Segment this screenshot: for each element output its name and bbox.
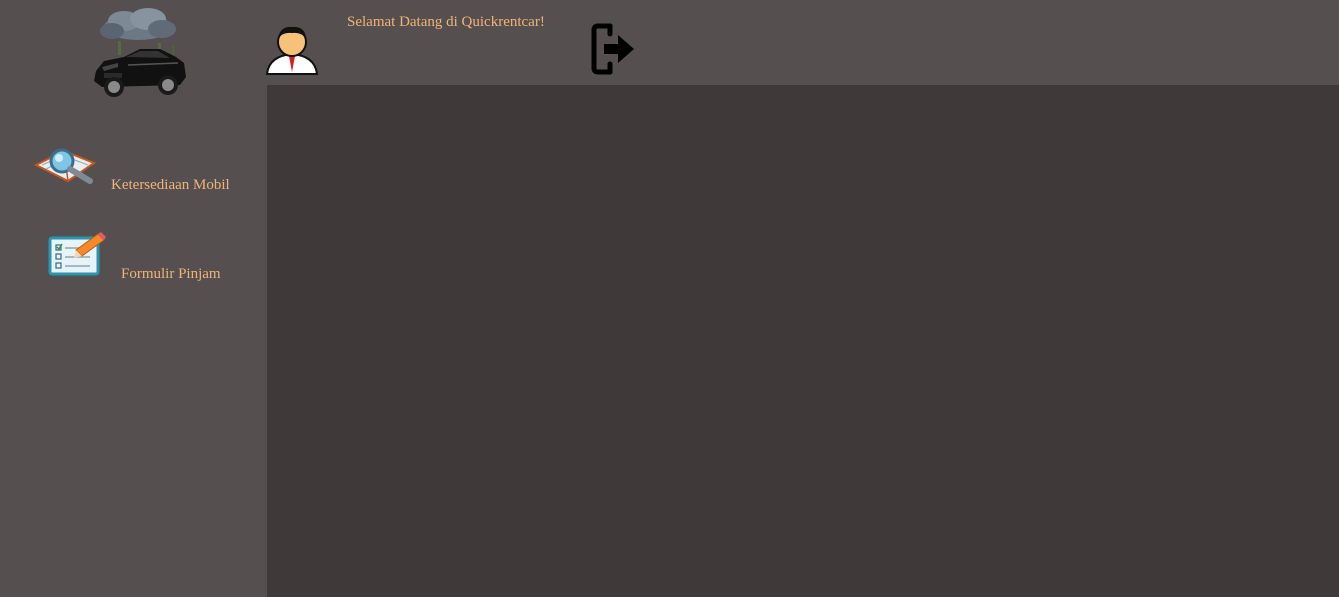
user-avatar-icon: [265, 26, 319, 75]
sidebar-item-label: Ketersediaan Mobil: [111, 177, 230, 193]
welcome-message: Selamat Datang di Quickrentcar!: [347, 14, 545, 30]
car-logo-icon: [94, 8, 186, 97]
top-header: [267, 0, 1339, 85]
magnifier-book-icon: [34, 148, 97, 184]
logout-icon[interactable]: [590, 22, 636, 76]
sidebar: Ketersediaan Mobil Formulir Pinjam: [0, 0, 267, 597]
sidebar-item-ketersediaan-mobil[interactable]: Ketersediaan Mobil: [34, 145, 244, 200]
sidebar-item-label: Formulir Pinjam: [121, 266, 221, 282]
main-content-area: [267, 85, 1339, 597]
sidebar-item-formulir-pinjam[interactable]: Formulir Pinjam: [48, 232, 248, 287]
form-pencil-icon: [48, 232, 106, 276]
